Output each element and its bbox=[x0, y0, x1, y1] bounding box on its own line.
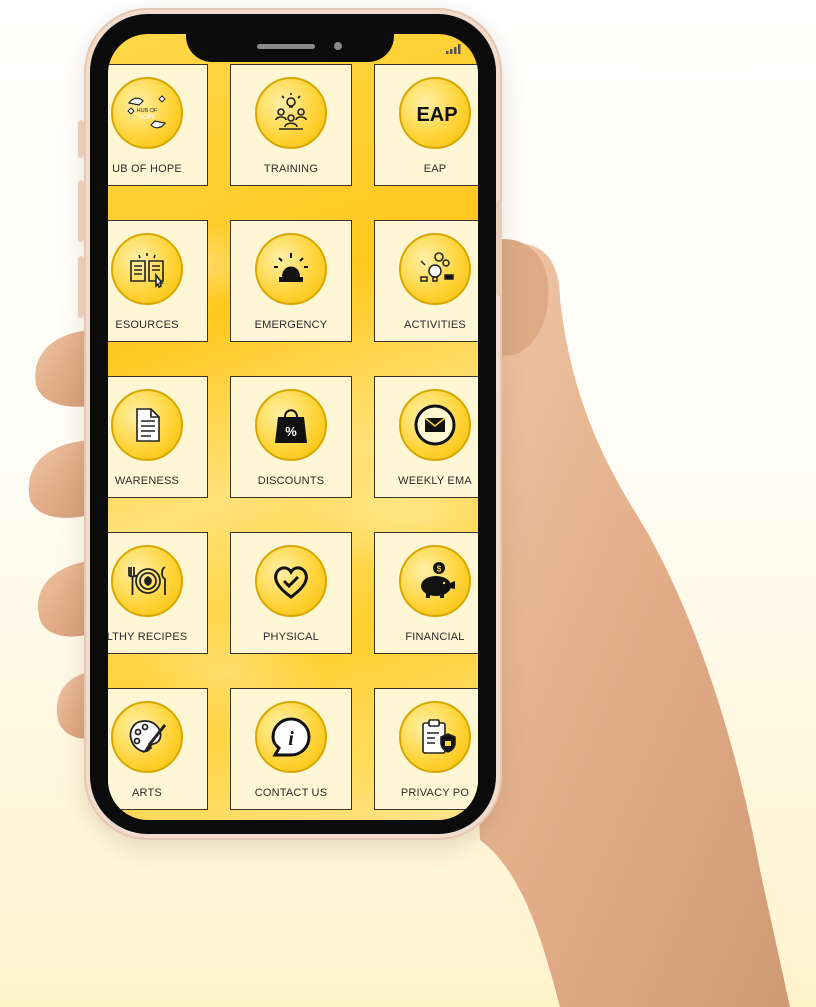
piggy-bank-icon: $ bbox=[399, 545, 471, 617]
tile-privacy-policy[interactable]: PRIVACY PO bbox=[374, 688, 478, 810]
activities-icon bbox=[399, 233, 471, 305]
tile-contact-us[interactable]: i CONTACT US bbox=[230, 688, 352, 810]
hub-of-hope-icon-text: HOPE bbox=[138, 115, 155, 121]
hub-of-hope-icon-text: HUB OF bbox=[137, 108, 158, 114]
tile-awareness[interactable]: WARENESS bbox=[108, 376, 208, 498]
tile-arts[interactable]: ARTS bbox=[108, 688, 208, 810]
tile-label: EAP bbox=[423, 163, 447, 175]
eap-icon: EAP bbox=[399, 77, 471, 149]
tile-label: DISCOUNTS bbox=[257, 475, 325, 487]
tile-weekly-email[interactable]: WEEKLY EMA bbox=[374, 376, 478, 498]
tile-label: FINANCIAL bbox=[405, 631, 465, 643]
phone-side-button bbox=[78, 180, 84, 242]
hub-of-hope-icon: HUB OF HOPE bbox=[111, 77, 183, 149]
tile-label: CONTACT US bbox=[254, 787, 328, 799]
tile-financial[interactable]: $ FINANCIAL bbox=[374, 532, 478, 654]
emergency-siren-icon bbox=[255, 233, 327, 305]
front-camera bbox=[334, 42, 342, 50]
document-icon bbox=[111, 389, 183, 461]
signal-icon bbox=[446, 44, 461, 54]
eap-icon-text: EAP bbox=[416, 104, 457, 126]
training-icon bbox=[255, 77, 327, 149]
tile-healthy-recipes[interactable]: LTHY RECIPES bbox=[108, 532, 208, 654]
tile-label: WARENESS bbox=[114, 475, 180, 487]
app-screen: HUB OF HOPE UB OF HOPE TRAINING EAP EAP bbox=[108, 34, 478, 820]
tile-label: ESOURCES bbox=[115, 319, 179, 331]
privacy-clipboard-icon bbox=[399, 701, 471, 773]
tile-label: PHYSICAL bbox=[262, 631, 319, 643]
percent-text: % bbox=[285, 424, 297, 439]
phone-power-button bbox=[496, 200, 502, 296]
palette-icon bbox=[111, 701, 183, 773]
tile-discounts[interactable]: % DISCOUNTS bbox=[230, 376, 352, 498]
phone-notch bbox=[186, 14, 394, 62]
dollar-text: $ bbox=[437, 565, 442, 574]
earpiece-speaker bbox=[257, 44, 315, 49]
tile-label: EMERGENCY bbox=[254, 319, 328, 331]
tile-eap[interactable]: EAP EAP bbox=[374, 64, 478, 186]
tile-label: ACTIVITIES bbox=[404, 319, 466, 331]
envelope-icon bbox=[399, 389, 471, 461]
phone-side-button bbox=[78, 120, 84, 158]
info-bubble-icon: i bbox=[255, 701, 327, 773]
resources-icon bbox=[111, 233, 183, 305]
tile-training[interactable]: TRAINING bbox=[230, 64, 352, 186]
tile-resources[interactable]: ESOURCES bbox=[108, 220, 208, 342]
tile-activities[interactable]: ACTIVITIES bbox=[374, 220, 478, 342]
phone-side-button bbox=[78, 256, 84, 318]
tile-physical[interactable]: PHYSICAL bbox=[230, 532, 352, 654]
tile-label: ARTS bbox=[132, 787, 162, 799]
tile-label: LTHY RECIPES bbox=[108, 631, 188, 643]
shopping-bag-percent-icon: % bbox=[255, 389, 327, 461]
tile-label: PRIVACY PO bbox=[400, 787, 470, 799]
info-glyph: i bbox=[288, 728, 294, 750]
heart-check-icon bbox=[255, 545, 327, 617]
tile-emergency[interactable]: EMERGENCY bbox=[230, 220, 352, 342]
tile-label: UB OF HOPE bbox=[112, 163, 182, 175]
tile-label: WEEKLY EMA bbox=[398, 475, 472, 487]
tile-hub-of-hope[interactable]: HUB OF HOPE UB OF HOPE bbox=[108, 64, 208, 186]
recipes-plate-icon bbox=[111, 545, 183, 617]
tile-label: TRAINING bbox=[263, 163, 319, 175]
